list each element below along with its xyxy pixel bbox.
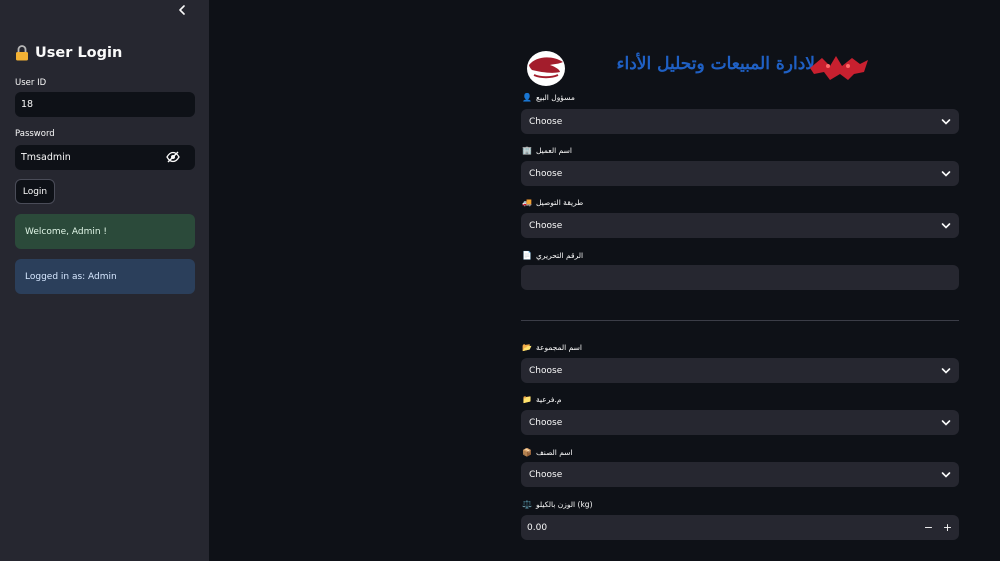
divider bbox=[521, 320, 959, 321]
chevron-left-icon bbox=[179, 5, 185, 15]
serial-input[interactable] bbox=[521, 265, 959, 290]
folder-open-icon: 📂 bbox=[522, 342, 532, 352]
weight-input[interactable]: 0.00 bbox=[521, 515, 959, 540]
building-icon: 🏢 bbox=[522, 145, 532, 155]
document-icon: 📄 bbox=[522, 250, 532, 260]
customer-label: 🏢 اسم العميل bbox=[522, 145, 572, 155]
increment-button[interactable]: + bbox=[938, 515, 957, 540]
truck-icon: 🚚 bbox=[522, 197, 532, 207]
delivery-label: 🚚 طريقة التوصيل bbox=[522, 197, 584, 207]
sidebar-title-text: User Login bbox=[35, 45, 123, 61]
success-alert: Welcome, Admin ! bbox=[15, 214, 195, 249]
folder-icon: 📁 bbox=[522, 394, 532, 404]
lock-icon bbox=[16, 45, 28, 61]
customer-select[interactable]: Choose bbox=[521, 161, 959, 186]
eye-slash-icon[interactable] bbox=[166, 151, 180, 163]
chevron-down-icon bbox=[941, 471, 951, 478]
company-logo bbox=[527, 51, 565, 86]
chevron-down-icon bbox=[941, 170, 951, 177]
package-icon: 📦 bbox=[522, 447, 532, 457]
serial-label: 📄 الرقم التحريري bbox=[522, 250, 584, 260]
chevron-down-icon bbox=[941, 367, 951, 374]
title-decoration-icon bbox=[810, 56, 868, 80]
sales-rep-label: 👤 مسؤول البيع bbox=[522, 92, 575, 102]
login-button[interactable]: Login bbox=[15, 179, 55, 204]
weight-label: ⚖️ الوزن بالكيلو (kg) bbox=[522, 499, 593, 509]
user-id-label: User ID bbox=[15, 78, 47, 88]
group-select[interactable]: Choose bbox=[521, 358, 959, 383]
scale-icon: ⚖️ bbox=[522, 499, 532, 509]
sales-rep-select[interactable]: Choose bbox=[521, 109, 959, 134]
sidebar-title: User Login bbox=[15, 45, 122, 61]
group-label: 📂 اسم المجموعة bbox=[522, 342, 582, 352]
subgroup-label: 📁 م.فرعية bbox=[522, 394, 562, 404]
person-icon: 👤 bbox=[522, 92, 532, 102]
collapse-sidebar-button[interactable] bbox=[172, 1, 192, 19]
chevron-down-icon bbox=[941, 222, 951, 229]
chevron-down-icon bbox=[941, 118, 951, 125]
app-title: لادارة المبيعات وتحليل الأداء bbox=[616, 54, 816, 74]
subgroup-select[interactable]: Choose bbox=[521, 410, 959, 435]
user-id-input[interactable] bbox=[15, 92, 195, 117]
decrement-button[interactable]: − bbox=[919, 515, 938, 540]
chevron-down-icon bbox=[941, 419, 951, 426]
delivery-select[interactable]: Choose bbox=[521, 213, 959, 238]
info-alert: Logged in as: Admin bbox=[15, 259, 195, 294]
item-label: 📦 اسم الصنف bbox=[522, 447, 573, 457]
password-label: Password bbox=[15, 129, 55, 139]
sidebar: User Login User ID Password Login Welcom… bbox=[0, 0, 209, 561]
item-select[interactable]: Choose bbox=[521, 462, 959, 487]
